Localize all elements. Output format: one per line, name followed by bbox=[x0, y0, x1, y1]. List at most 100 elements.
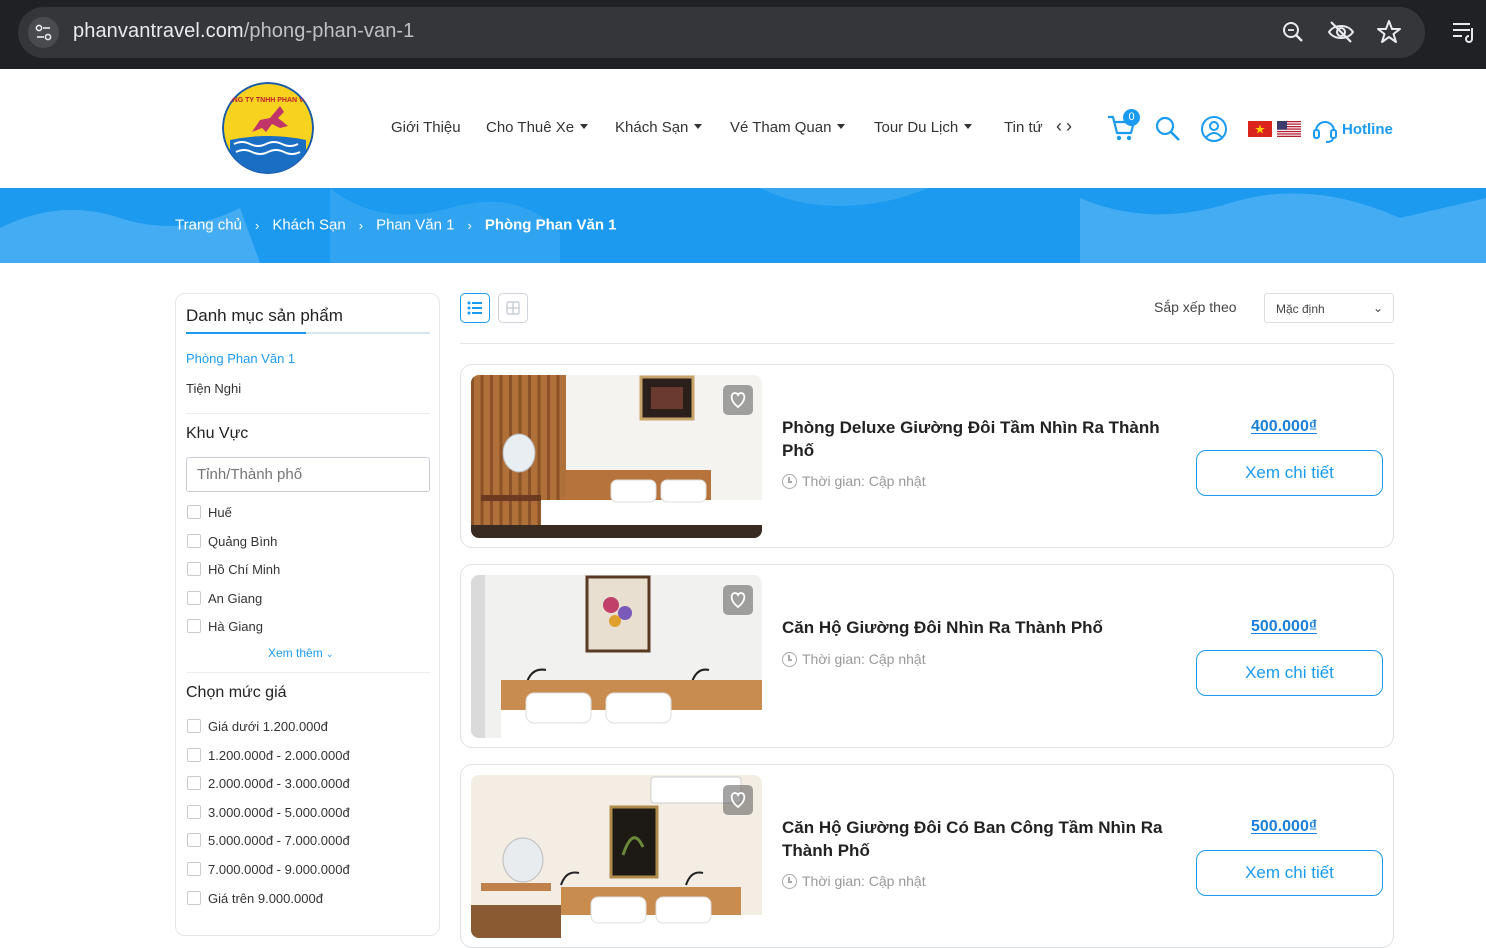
product-title[interactable]: Căn Hộ Giường Đôi Nhìn Ra Thành Phố bbox=[782, 616, 1182, 639]
checkbox-box[interactable] bbox=[187, 862, 201, 876]
nav-item[interactable]: Vé Tham Quan bbox=[730, 119, 846, 136]
breadcrumb-link[interactable]: Phan Văn 1 bbox=[376, 217, 454, 234]
product-time: Thời gian: Cập nhật bbox=[782, 651, 926, 667]
chevron-down-icon: ⌄ bbox=[1372, 301, 1383, 315]
product-card[interactable]: Căn Hộ Giường Đôi Nhìn Ra Thành Phố Thời … bbox=[460, 564, 1394, 748]
caret-down-icon bbox=[964, 124, 973, 129]
category-link[interactable]: Tiện Nghi bbox=[186, 381, 241, 396]
region-checkbox[interactable]: Hà Giang bbox=[187, 619, 263, 634]
price-label: Giá dưới 1.200.000đ bbox=[208, 719, 328, 734]
breadcrumb-link[interactable]: Trang chủ bbox=[175, 217, 242, 234]
product-card[interactable]: Căn Hộ Giường Đôi Có Ban Công Tầm Nhìn R… bbox=[460, 764, 1394, 948]
company-logo[interactable]: CÔNG TY TNHH PHAN VĂN bbox=[222, 82, 314, 174]
product-time: Thời gian: Cập nhật bbox=[782, 473, 926, 489]
checkbox-box[interactable] bbox=[187, 747, 201, 762]
breadcrumb-link[interactable]: Khách Sạn bbox=[272, 217, 345, 234]
divider bbox=[460, 343, 1394, 344]
heart-icon[interactable] bbox=[723, 785, 753, 815]
sort-select[interactable]: Mặc định ⌄ bbox=[1264, 293, 1394, 323]
reading-list-icon[interactable] bbox=[1450, 18, 1478, 46]
product-price: 500.000₫ bbox=[1251, 618, 1318, 635]
price-label: Giá trên 9.000.000đ bbox=[208, 890, 323, 906]
nav-scroll-arrows[interactable]: ‹› bbox=[1056, 116, 1076, 137]
price-checkbox[interactable]: Giá trên 9.000.000đ bbox=[187, 890, 323, 906]
region-checkbox[interactable]: Hồ Chí Minh bbox=[187, 562, 280, 577]
checkbox-box[interactable] bbox=[187, 804, 201, 819]
checkbox-box[interactable] bbox=[187, 590, 201, 605]
nav-item[interactable]: Giới Thiệu bbox=[391, 119, 461, 136]
checkbox-box[interactable] bbox=[187, 619, 201, 634]
region-label: Huế bbox=[208, 505, 232, 520]
view-details-button[interactable]: Xem chi tiết bbox=[1196, 450, 1383, 496]
heart-icon[interactable] bbox=[723, 385, 753, 415]
view-details-button[interactable]: Xem chi tiết bbox=[1196, 850, 1383, 896]
hotline-link[interactable]: Hotline bbox=[1342, 121, 1393, 138]
checkbox-box[interactable] bbox=[187, 562, 201, 577]
checkbox-box[interactable] bbox=[187, 533, 201, 548]
search-icon[interactable] bbox=[1155, 116, 1181, 147]
view-details-button[interactable]: Xem chi tiết bbox=[1196, 650, 1383, 696]
product-time: Thời gian: Cập nhật bbox=[782, 873, 926, 889]
us-flag-icon[interactable] bbox=[1277, 121, 1301, 142]
url-text[interactable]: phanvantravel.com/phong-phan-van-1 bbox=[73, 20, 414, 43]
checkbox-box[interactable] bbox=[187, 776, 201, 791]
nav-item-label: Cho Thuê Xe bbox=[486, 119, 575, 136]
checkbox-box[interactable] bbox=[187, 505, 201, 519]
price-checkbox[interactable]: Giá dưới 1.200.000đ bbox=[187, 719, 328, 734]
nav-item[interactable]: Tin tứ bbox=[1004, 119, 1043, 136]
heart-icon[interactable] bbox=[723, 585, 753, 615]
checkbox-box[interactable] bbox=[187, 833, 201, 848]
grid-view-button[interactable] bbox=[498, 293, 528, 323]
product-price: 500.000₫ bbox=[1251, 818, 1318, 835]
price-checkbox[interactable]: 2.000.000đ - 3.000.000đ bbox=[187, 776, 350, 791]
product-title[interactable]: Phòng Deluxe Giường Đôi Tầm Nhìn Ra Thàn… bbox=[782, 416, 1182, 462]
clock-icon bbox=[782, 474, 797, 489]
nav-item[interactable]: Cho Thuê Xe bbox=[486, 119, 589, 136]
region-label: Quảng Bình bbox=[208, 533, 278, 549]
product-image[interactable] bbox=[471, 375, 762, 538]
chevron-right-icon: › bbox=[467, 217, 472, 233]
product-title[interactable]: Căn Hộ Giường Đôi Có Ban Công Tầm Nhìn R… bbox=[782, 816, 1182, 862]
caret-down-icon bbox=[694, 124, 703, 129]
region-label: An Giang bbox=[208, 590, 263, 606]
divider bbox=[186, 413, 430, 414]
vietnam-flag-icon[interactable] bbox=[1248, 121, 1272, 142]
product-time-label: Thời gian: Cập nhật bbox=[802, 873, 926, 889]
province-search-input[interactable] bbox=[186, 457, 430, 492]
show-more-label: Xem thêm bbox=[268, 646, 323, 660]
category-link[interactable]: Phòng Phan Văn 1 bbox=[186, 351, 295, 366]
logo-text: CÔNG TY TNHH PHAN VĂN bbox=[222, 95, 314, 104]
grid-view-icon bbox=[506, 301, 520, 315]
checkbox-box[interactable] bbox=[187, 719, 201, 733]
cart-count-badge: 0 bbox=[1123, 109, 1140, 126]
site-settings-icon[interactable] bbox=[28, 17, 59, 48]
url-domain: phanvantravel.com bbox=[73, 20, 244, 42]
breadcrumb-current: Phòng Phan Văn 1 bbox=[484, 216, 617, 234]
bookmark-star-icon[interactable] bbox=[1376, 19, 1402, 45]
nav-item-label: Giới Thiệu bbox=[391, 119, 461, 136]
product-image[interactable] bbox=[471, 775, 762, 938]
region-checkbox[interactable]: An Giang bbox=[187, 590, 263, 606]
eye-off-icon[interactable] bbox=[1327, 19, 1355, 45]
product-card[interactable]: Phòng Deluxe Giường Đôi Tầm Nhìn Ra Thàn… bbox=[460, 364, 1394, 548]
region-checkbox[interactable]: Quảng Bình bbox=[187, 533, 278, 549]
price-checkbox[interactable]: 1.200.000đ - 2.000.000đ bbox=[187, 747, 350, 763]
nav-item[interactable]: Tour Du Lịch bbox=[874, 119, 973, 136]
user-account-icon[interactable] bbox=[1200, 115, 1228, 148]
product-image[interactable] bbox=[471, 575, 762, 738]
price-label: 1.200.000đ - 2.000.000đ bbox=[208, 747, 350, 763]
product-time-label: Thời gian: Cập nhật bbox=[802, 651, 926, 667]
headset-icon[interactable] bbox=[1311, 116, 1339, 149]
checkbox-box[interactable] bbox=[187, 890, 201, 905]
region-checkbox[interactable]: Huế bbox=[187, 505, 232, 520]
price-checkbox[interactable]: 5.000.000đ - 7.000.000đ bbox=[187, 833, 350, 848]
show-more-link[interactable]: Xem thêm ⌄ bbox=[268, 646, 334, 660]
nav-item[interactable]: Khách Sạn bbox=[615, 119, 703, 136]
list-view-button[interactable] bbox=[460, 293, 490, 323]
divider bbox=[186, 672, 430, 673]
list-view-icon bbox=[467, 301, 482, 315]
price-checkbox[interactable]: 7.000.000đ - 9.000.000đ bbox=[187, 862, 350, 877]
address-bar[interactable]: phanvantravel.com/phong-phan-van-1 bbox=[18, 7, 1425, 58]
price-checkbox[interactable]: 3.000.000đ - 5.000.000đ bbox=[187, 804, 350, 820]
zoom-icon[interactable] bbox=[1280, 19, 1306, 45]
